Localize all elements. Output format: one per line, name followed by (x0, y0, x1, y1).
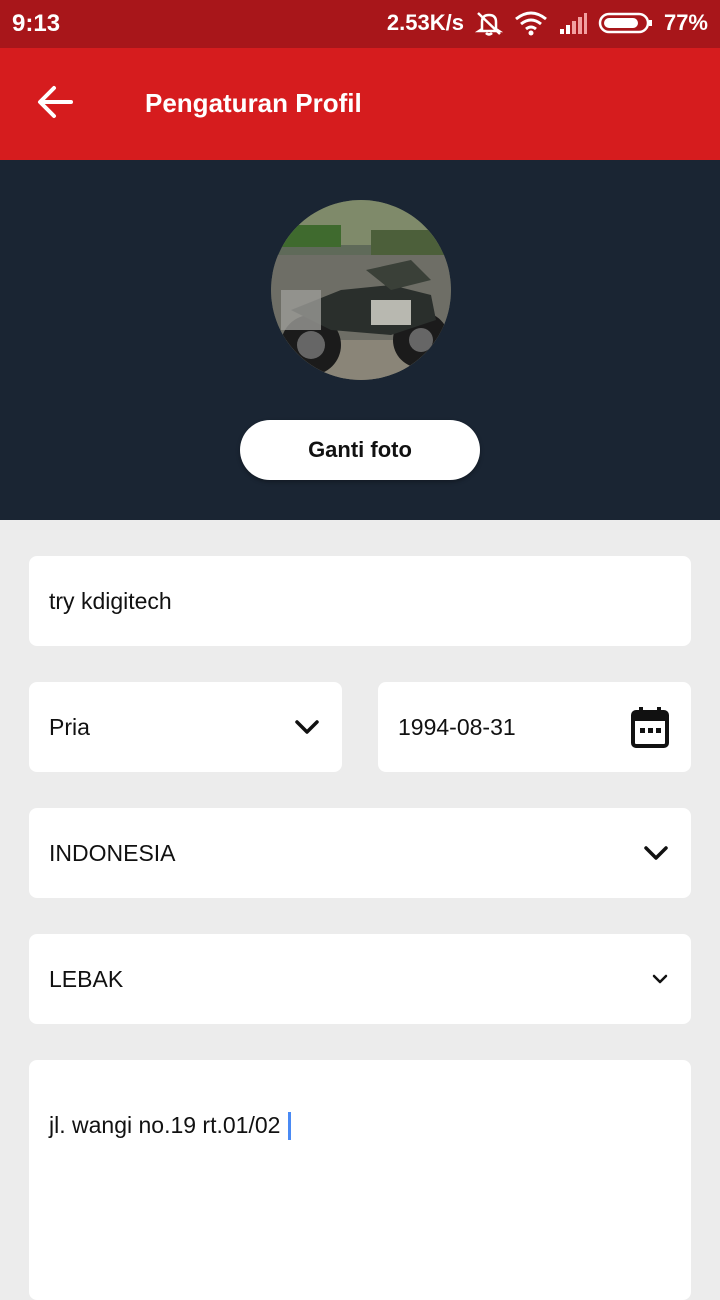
chevron-down-icon (294, 719, 320, 735)
app-bar: Pengaturan Profil (0, 48, 720, 160)
back-button[interactable] (30, 82, 80, 126)
address-value: jl. wangi no.19 rt.01/02 (49, 1112, 281, 1138)
city-value: LEBAK (49, 965, 124, 992)
battery-percent: 77% (663, 10, 708, 35)
text-cursor (288, 1112, 292, 1140)
profile-header: Ganti foto (0, 160, 720, 520)
signal-icon (558, 11, 588, 35)
page-title: Pengaturan Profil (145, 88, 362, 118)
avatar[interactable] (271, 200, 451, 380)
country-value: INDONESIA (49, 839, 176, 866)
gender-select[interactable]: Pria (29, 682, 342, 772)
birth-date-field[interactable]: 1994-08-31 (378, 682, 691, 772)
address-field[interactable]: jl. wangi no.19 rt.01/02 (29, 1060, 691, 1300)
name-value: try kdigitech (49, 587, 172, 614)
status-indicators: 2.53K/s 77% (387, 10, 708, 36)
motorcycle-photo (271, 200, 451, 380)
country-select[interactable]: INDONESIA (29, 808, 691, 898)
calendar-icon[interactable] (631, 706, 669, 748)
change-photo-button[interactable]: Ganti foto (240, 420, 480, 480)
city-select[interactable]: LEBAK (29, 934, 691, 1024)
status-bar: 9:13 2.53K/s 77% (0, 0, 720, 48)
wifi-icon (514, 10, 548, 36)
gender-value: Pria (49, 713, 90, 740)
network-speed: 2.53K/s (386, 10, 464, 35)
chevron-down-icon (643, 845, 669, 861)
status-time: 9:13 (12, 10, 61, 37)
battery-icon (598, 11, 654, 35)
birth-date-value: 1994-08-31 (398, 713, 516, 740)
name-field[interactable]: try kdigitech (29, 556, 691, 646)
mute-icon (474, 10, 504, 36)
arrow-left-icon (37, 85, 73, 124)
chevron-down-icon (651, 973, 669, 985)
